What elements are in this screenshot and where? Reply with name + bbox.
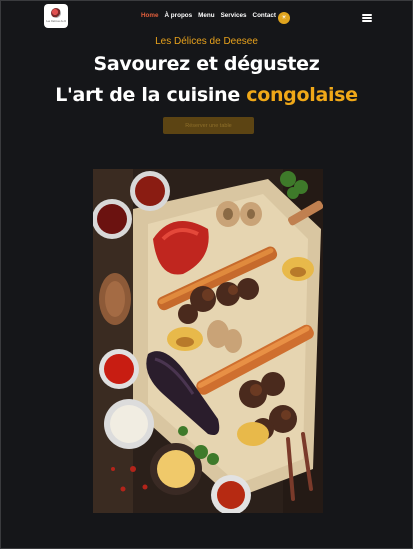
- logo-text: Les Délices de Deesee: [46, 20, 66, 23]
- nav-link-menu[interactable]: Menu: [198, 12, 214, 19]
- nav-link-services[interactable]: Services: [221, 12, 247, 19]
- logo[interactable]: Les Délices de Deesee: [44, 4, 68, 28]
- nav-link-contact[interactable]: Contact: [253, 12, 276, 19]
- nav-links: Home À propos Menu Services Contact: [141, 12, 282, 19]
- hero-title-line2-main: L'art de la cuisine: [55, 84, 247, 106]
- hero-title-accent: congolaise: [246, 84, 358, 106]
- nav-link-about[interactable]: À propos: [165, 12, 193, 19]
- logo-icon: [51, 8, 61, 18]
- hero-tagline: Les Délices de Deesee: [155, 36, 258, 47]
- hero-food-image: [93, 169, 323, 513]
- reserve-button[interactable]: Réserver une table: [163, 117, 254, 134]
- navbar: Les Délices de Deesee Home À propos Menu…: [1, 1, 412, 33]
- page-frame: Les Délices de Deesee Home À propos Menu…: [0, 0, 413, 549]
- hamburger-icon[interactable]: [362, 14, 372, 22]
- hero-title-line1: Savourez et dégustez: [93, 53, 320, 75]
- sun-icon[interactable]: ☀: [278, 12, 290, 24]
- hero-title-line2: L'art de la cuisine congolaise: [1, 84, 412, 106]
- nav-link-home[interactable]: Home: [141, 12, 159, 19]
